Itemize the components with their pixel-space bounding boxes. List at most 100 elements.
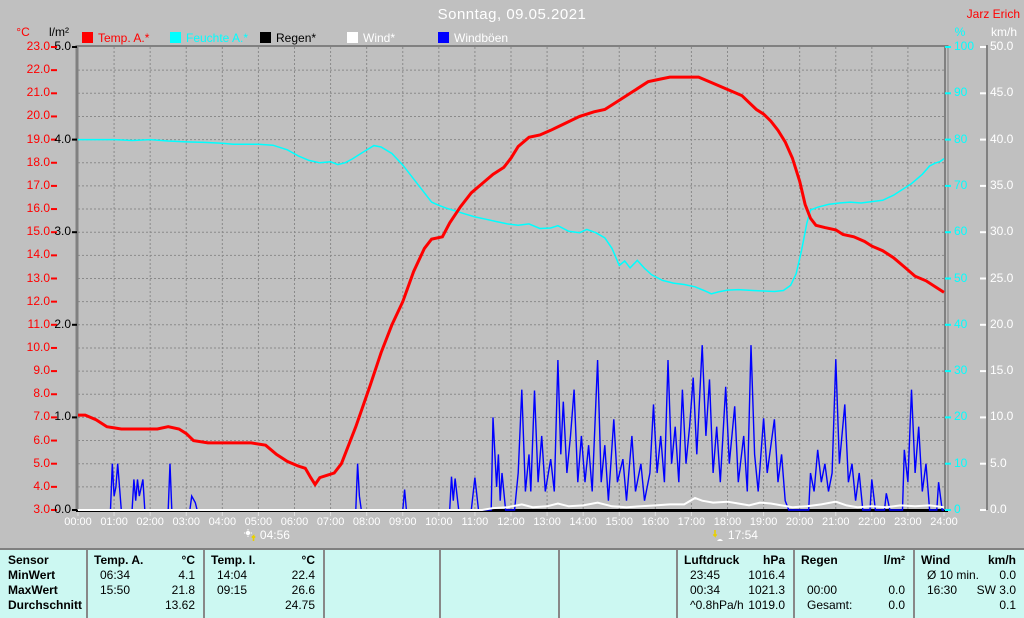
stats-cell: 00:34 1021.3 xyxy=(678,583,793,598)
hum-axis-label: 40 xyxy=(954,316,968,331)
weather-chart-screen: Sonntag, 09.05.2021 Jarz Erich °C l/m² %… xyxy=(0,0,1024,618)
stats-cell-value xyxy=(453,598,558,613)
x-axis-label: 13:00 xyxy=(533,516,561,528)
legend-item: Temp. A.* xyxy=(82,31,149,45)
rain-axis-label: 0.0 xyxy=(54,502,71,516)
stats-cell xyxy=(325,568,439,583)
wind-axis-label: 30.0 xyxy=(990,224,1014,239)
legend-swatch xyxy=(82,32,93,43)
stats-column-wind: Wind km/h Ø 10 min. 0.0 16:30 SW 3.0 0.1 xyxy=(915,550,1024,618)
stats-cell-value xyxy=(572,568,676,583)
x-axis-label: 17:00 xyxy=(677,516,706,528)
legend-label: Regen* xyxy=(276,30,317,45)
wind-axis-label: 10.0 xyxy=(990,409,1014,424)
stats-cell-value: 0.0 xyxy=(888,583,905,597)
stats-column-header: Luftdruck xyxy=(684,553,740,567)
chart-title: Sonntag, 09.05.2021 xyxy=(437,6,587,23)
stats-cell-time xyxy=(88,598,100,613)
stats-cell-time: 23:45 xyxy=(690,568,721,582)
stats-cell: Ø 10 min. 0.0 xyxy=(915,568,1024,583)
stats-cell: Gesamt: 0.0 xyxy=(795,598,913,613)
legend-swatch xyxy=(347,32,358,43)
wind-axis-label: 0.0 xyxy=(990,502,1007,516)
x-axis-label: 03:00 xyxy=(172,516,201,528)
sunset-icon xyxy=(712,529,723,541)
stats-column-header: Temp. A. xyxy=(94,553,144,567)
stats-column-temp-i-: Temp. I. °C 14:04 22.4 09:15 26.6 24.75 xyxy=(205,550,325,618)
stats-cell: 14:04 22.4 xyxy=(205,568,323,583)
stats-cell-value: 1016.4 xyxy=(748,568,785,582)
stats-cell: 15:50 21.8 xyxy=(88,583,203,598)
stats-cell-time: Ø 10 min. xyxy=(927,568,980,582)
x-axis-label: 08:00 xyxy=(352,516,381,528)
temp-axis-label: 13.0 xyxy=(26,270,50,285)
stats-row-label: Sensor xyxy=(8,553,49,567)
stats-cell-time xyxy=(205,598,217,613)
stats-cell-time xyxy=(915,598,927,613)
stats-column-empty xyxy=(560,550,678,618)
stats-cell-value xyxy=(572,583,676,598)
x-axis-label: 04:00 xyxy=(208,516,237,528)
hum-axis-label: 10 xyxy=(954,455,968,470)
stats-cell-value: 0.1 xyxy=(999,598,1016,612)
stats-row-label: MinWert xyxy=(8,568,56,582)
temp-axis-label: 12.0 xyxy=(26,293,50,308)
rain-axis-label: 5.0 xyxy=(54,39,71,53)
x-axis-label: 11:00 xyxy=(461,516,489,528)
hum-axis-label: 20 xyxy=(954,409,968,424)
wind-axis-label: 25.0 xyxy=(990,270,1014,285)
stats-row-label: MaxWert xyxy=(8,583,58,597)
x-axis-label: 01:00 xyxy=(100,516,128,528)
legend-swatch xyxy=(260,32,271,43)
stats-cell-value xyxy=(337,598,439,613)
stats-cell-time: 14:04 xyxy=(217,568,248,582)
stats-column-header: Temp. I. xyxy=(211,553,256,567)
legend-item: Windböen xyxy=(438,30,509,45)
x-axis-label: 02:00 xyxy=(136,516,164,528)
x-axis-label: 19:00 xyxy=(749,516,778,528)
x-axis-label: 10:00 xyxy=(425,516,453,528)
hum-axis-label: 100 xyxy=(954,39,975,53)
stats-cell-value: 4.1 xyxy=(178,568,195,582)
stats-cell xyxy=(441,568,558,583)
x-axis-label: 23:00 xyxy=(894,516,922,528)
chart-plot-svg xyxy=(51,45,988,516)
stats-cell xyxy=(325,598,439,613)
stats-cell: 0.1 xyxy=(915,598,1024,613)
stats-cell-value: 26.6 xyxy=(291,583,315,597)
owner-name: Jarz Erich xyxy=(966,7,1020,21)
stats-column-unit: l/m² xyxy=(883,553,905,567)
stats-column-unit xyxy=(447,553,558,568)
wind-axis-label: 40.0 xyxy=(990,131,1014,146)
sunrise-icon xyxy=(243,528,256,541)
stats-cell-time: 09:15 xyxy=(217,583,248,597)
humidity-axis-unit: % xyxy=(954,25,966,39)
legend-label: Feuchte A.* xyxy=(186,30,249,45)
hum-axis-label: 60 xyxy=(954,224,968,239)
stats-cell: 23:45 1016.4 xyxy=(678,568,793,583)
temp-axis-label: 17.0 xyxy=(26,177,50,192)
stats-column-unit: hPa xyxy=(762,553,785,567)
stats-column-unit xyxy=(331,553,439,568)
temp-axis-label: 22.0 xyxy=(26,62,50,77)
stats-column-luftdruck: Luftdruck hPa 23:45 1016.4 00:34 1021.3 ^0.8hP… xyxy=(678,550,795,618)
stats-cell-value: 22.4 xyxy=(291,568,315,582)
rain-axis-unit: l/m² xyxy=(49,25,69,39)
stats-cell-time: 00:34 xyxy=(690,583,721,597)
stats-cell xyxy=(560,568,676,583)
stats-cell-time xyxy=(560,583,572,598)
temp-axis-label: 5.0 xyxy=(33,455,50,470)
legend-label: Windböen xyxy=(454,30,509,45)
stats-column-regen: Regen l/m² 00:00 0.0 Gesamt: 0.0 xyxy=(795,550,915,618)
stats-column-unit: km/h xyxy=(987,553,1016,567)
wind-axis-unit: km/h xyxy=(990,25,1017,39)
stats-cell-value: 0.0 xyxy=(888,598,905,612)
stats-cell xyxy=(560,583,676,598)
stats-row-labels: Sensor MinWert MaxWert Durchschnitt xyxy=(0,550,88,618)
stats-cell xyxy=(441,583,558,598)
temp-axis-label: 18.0 xyxy=(26,154,50,169)
rain-axis-label: 1.0 xyxy=(54,409,71,424)
stats-cell-time xyxy=(325,568,337,583)
stats-column-empty xyxy=(441,550,560,618)
stats-row-label: Durchschnitt xyxy=(8,598,83,612)
